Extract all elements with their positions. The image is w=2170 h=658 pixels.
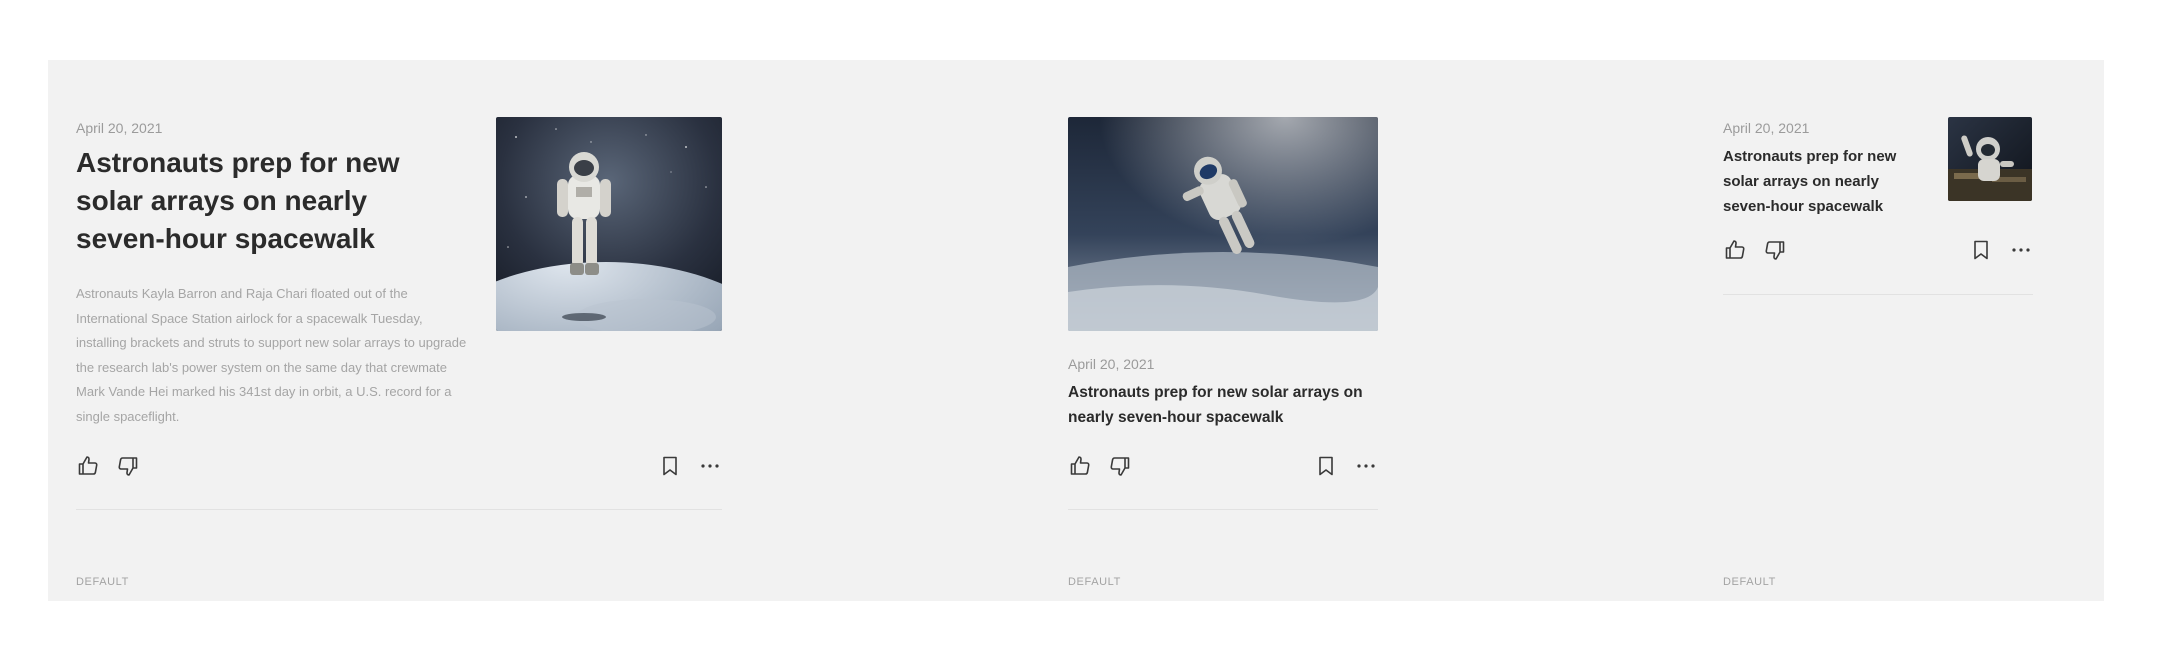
bookmark-icon[interactable] [658,454,682,478]
thumbs-down-icon[interactable] [1108,454,1132,478]
article-title[interactable]: Astronauts prep for new solar arrays on … [1068,380,1378,430]
astronaut-on-moon-image[interactable] [496,117,722,331]
bookmark-icon[interactable] [1969,238,1993,262]
variant-label: DEFAULT [1068,576,1121,588]
astronaut-floating-image[interactable] [1068,117,1378,331]
variant-label: DEFAULT [1723,576,1776,588]
more-horizontal-icon[interactable] [1354,454,1378,478]
article-card-small[interactable]: April 20, 2021 Astronauts prep for new s… [1723,60,2043,601]
card-divider [76,509,722,510]
article-date: April 20, 2021 [1068,356,1155,372]
article-actions [76,454,722,478]
article-date: April 20, 2021 [1723,120,1810,136]
component-showcase-panel: April 20, 2021 Astronauts prep for new s… [48,60,2104,601]
article-date: April 20, 2021 [76,120,163,136]
article-title[interactable]: Astronauts prep for new solar arrays on … [1723,144,1923,219]
card-divider [1723,294,2033,295]
thumbs-down-icon[interactable] [116,454,140,478]
more-horizontal-icon[interactable] [698,454,722,478]
article-excerpt: Astronauts Kayla Barron and Raja Chari f… [76,286,467,424]
thumbs-down-icon[interactable] [1763,238,1787,262]
thumbs-up-icon[interactable] [76,454,100,478]
article-actions [1723,238,2033,262]
astronaut-spacewalk-image[interactable] [1948,117,2032,201]
article-card-medium[interactable]: April 20, 2021 Astronauts prep for new s… [1068,60,1383,601]
article-title[interactable]: Astronauts prep for new solar arrays on … [76,144,456,258]
article-actions [1068,454,1378,478]
card-divider [1068,509,1378,510]
variant-label: DEFAULT [76,576,129,588]
bookmark-icon[interactable] [1314,454,1338,478]
article-card-large[interactable]: April 20, 2021 Astronauts prep for new s… [76,60,726,601]
thumbs-up-icon[interactable] [1723,238,1747,262]
more-horizontal-icon[interactable] [2009,238,2033,262]
thumbs-up-icon[interactable] [1068,454,1092,478]
